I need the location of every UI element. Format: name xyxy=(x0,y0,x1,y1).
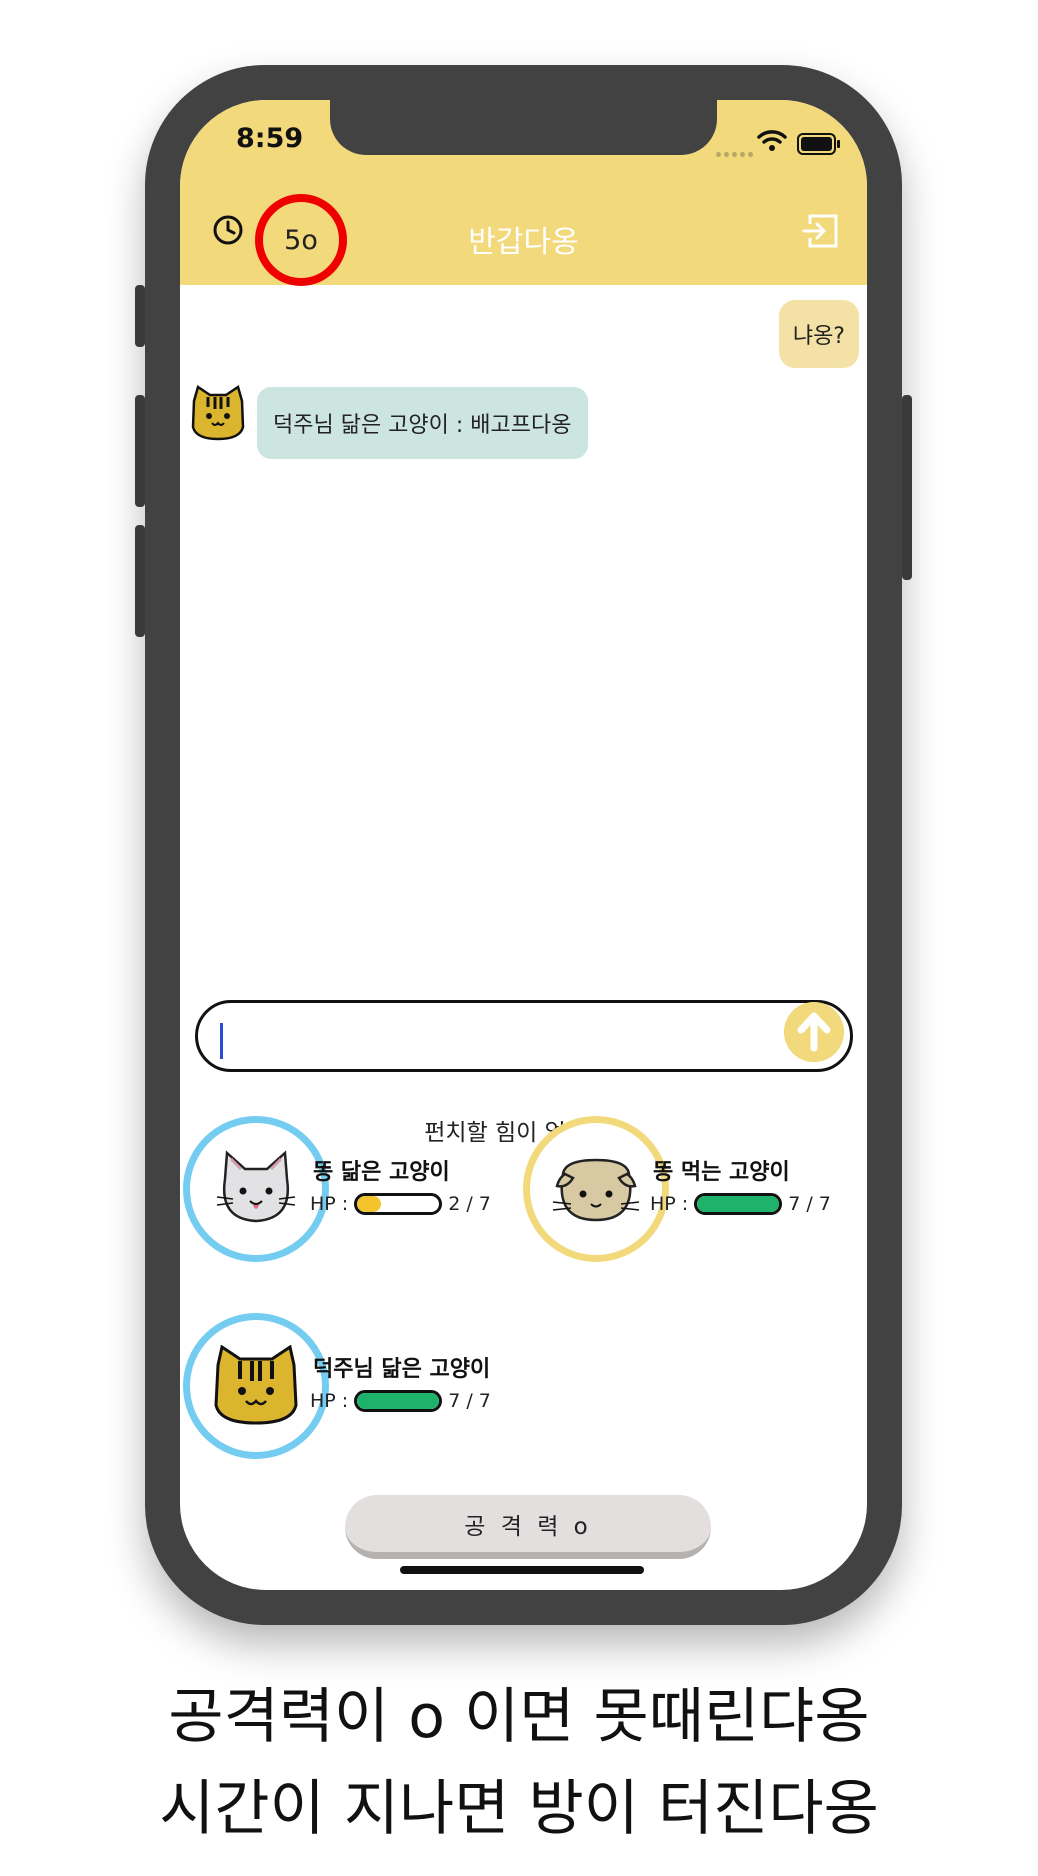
signal-icon xyxy=(716,142,756,161)
hp-fill xyxy=(357,1196,381,1212)
home-indicator xyxy=(400,1566,644,1574)
text-caret xyxy=(220,1023,223,1059)
hp-label: HP : xyxy=(650,1193,689,1215)
hp-label: HP : xyxy=(310,1193,349,1215)
player-avatar-ring xyxy=(183,1116,329,1262)
caption-line-2: 시간이 지나면 방이 터진다옹 xyxy=(159,1774,879,1844)
fold-ear-cat-icon xyxy=(552,1158,640,1222)
tiger-cat-avatar xyxy=(191,385,245,441)
hp-bar xyxy=(354,1193,443,1215)
player-hp: HP : 7 / 7 xyxy=(310,1390,491,1412)
hp-label: HP : xyxy=(310,1390,349,1412)
player-avatar-ring xyxy=(183,1313,329,1459)
gray-cat-icon xyxy=(216,1150,296,1223)
power-button xyxy=(902,395,912,580)
wifi-icon xyxy=(757,130,787,151)
incoming-message: 덕주님 닮은 고양이 : 배고프다옹 xyxy=(257,387,588,459)
exit-icon[interactable] xyxy=(802,212,840,250)
player-hp: HP : 7 / 7 xyxy=(650,1193,831,1215)
hp-fill xyxy=(357,1393,440,1409)
outgoing-message: 냐옹? xyxy=(778,300,859,368)
hp-fill xyxy=(697,1196,780,1212)
attack-button[interactable]: 공 격 력 o xyxy=(345,1495,711,1559)
mute-switch xyxy=(135,285,145,347)
app-screen: 8:59 5o 반갑다옹 냐옹? 덕주님 닮은 고양이: 배고프다옹 펀치할 … xyxy=(180,100,867,1590)
player-avatar-ring xyxy=(523,1116,669,1262)
player-hp: HP : 2 / 7 xyxy=(310,1193,491,1215)
hp-value: 2 / 7 xyxy=(448,1193,491,1215)
status-time: 8:59 xyxy=(236,123,304,154)
volume-down-button xyxy=(135,525,145,637)
player-name: 덕주님 닮은 고양이 xyxy=(313,1357,491,1382)
hp-bar xyxy=(694,1193,783,1215)
send-button[interactable] xyxy=(784,1002,844,1062)
hp-value: 7 / 7 xyxy=(788,1193,831,1215)
phone-frame: 8:59 5o 반갑다옹 냐옹? 덕주님 닮은 고양이: 배고프다옹 펀치할 … xyxy=(135,65,912,1625)
player-name: 똥 먹는 고양이 xyxy=(653,1160,790,1185)
hp-value: 7 / 7 xyxy=(448,1390,491,1412)
tiger-cat-icon xyxy=(214,1345,298,1425)
battery-icon xyxy=(797,133,840,155)
message-input[interactable] xyxy=(195,1000,853,1072)
room-title: 반갑다옹 xyxy=(468,225,579,260)
hp-bar xyxy=(354,1390,443,1412)
caption-line-1: 공격력이 o 이면 못때린댜옹 xyxy=(168,1682,870,1752)
player-name: 똥 닮은 고양이 xyxy=(313,1160,450,1185)
notch xyxy=(330,100,717,155)
volume-up-button xyxy=(135,395,145,507)
